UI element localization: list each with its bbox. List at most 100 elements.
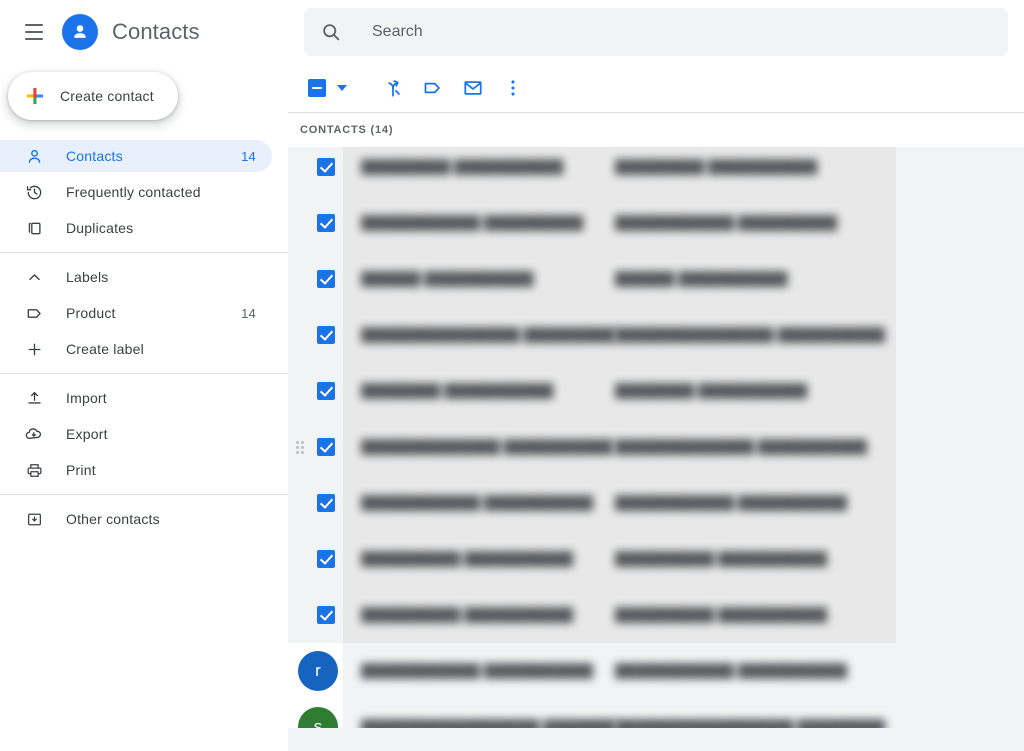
sidebar-item-print-label: Print [66, 462, 256, 478]
sidebar-group-other: Other contacts [0, 503, 288, 535]
table-row[interactable]: ██████████ █████████████████████ ███████… [288, 587, 1024, 643]
row-cells: ████████████████ ███████████████████████… [343, 307, 1024, 363]
avatar[interactable]: r [298, 651, 338, 691]
sidebar-item-create-label-label: Create label [66, 341, 256, 357]
contact-email-cell: ██████████████████ ███████████ [615, 719, 885, 728]
table-row[interactable]: ██████████████ █████████████████████████… [288, 419, 1024, 475]
sidebar-item-product-count: 14 [241, 306, 272, 321]
hamburger-menu-icon[interactable] [16, 14, 52, 50]
row-cells: ██████████ █████████████████████ ███████… [343, 531, 1024, 587]
history-icon [24, 182, 44, 202]
select-all-checkbox[interactable] [304, 79, 347, 97]
printer-icon [24, 460, 44, 480]
sidebar-item-other-contacts[interactable]: Other contacts [0, 503, 272, 535]
row-checkbox-checked[interactable] [317, 158, 335, 176]
avatar[interactable]: s [298, 707, 338, 728]
contact-email-cell: ████████ ███████████ [615, 383, 885, 399]
table-row[interactable]: █████████ ████████████████████ █████████… [288, 147, 1024, 195]
sidebar-item-duplicates-label: Duplicates [66, 220, 256, 236]
row-lead [288, 195, 343, 251]
contact-name-cell: ████████████ ██████████ [343, 215, 615, 231]
sidebar-item-print[interactable]: Print [0, 454, 272, 486]
search-bar[interactable] [304, 8, 1008, 56]
contacts-list[interactable]: █████████ ████████████████████ █████████… [288, 147, 1024, 728]
sidebar-item-labels[interactable]: Labels [0, 261, 272, 293]
row-cells: ██████████ █████████████████████ ███████… [343, 587, 1024, 643]
contact-email-cell: ████████████ ███████████ [615, 495, 885, 511]
table-row[interactable]: ████████████ ███████████████████████ ███… [288, 475, 1024, 531]
merge-icon [382, 77, 404, 99]
table-row[interactable]: r████████████ ███████████████████████ ██… [288, 643, 1024, 699]
sidebar-divider-1 [0, 252, 288, 253]
row-lead [288, 587, 343, 643]
row-checkbox-checked[interactable] [317, 606, 335, 624]
contact-email-cell: ██████████████ ███████████ [615, 439, 885, 455]
row-lead [288, 475, 343, 531]
send-email-button[interactable] [453, 68, 493, 108]
row-cells: ██████████████ █████████████████████████… [343, 419, 1024, 475]
row-checkbox-checked[interactable] [317, 270, 335, 288]
sidebar-item-create-label[interactable]: Create label [0, 333, 272, 365]
table-row[interactable]: ██████████ █████████████████████ ███████… [288, 531, 1024, 587]
sidebar-item-contacts[interactable]: Contacts 14 [0, 140, 272, 172]
label-tag-icon [24, 303, 44, 323]
row-lead [288, 363, 343, 419]
row-checkbox-checked[interactable] [317, 326, 335, 344]
more-vert-icon [502, 77, 524, 99]
sidebar-item-frequently-contacted[interactable]: Frequently contacted [0, 176, 272, 208]
contacts-section-header: CONTACTS (14) [288, 113, 1024, 147]
more-actions-button[interactable] [493, 68, 533, 108]
sidebar-item-product[interactable]: Product 14 [0, 297, 272, 329]
contact-name-cell: ████████████████ ███████████ [343, 327, 615, 343]
manage-labels-button[interactable] [413, 68, 453, 108]
contact-email-cell: ██████████ ███████████ [615, 551, 885, 567]
row-cells: ████████████ ██████████████████████ ████… [343, 195, 1024, 251]
contacts-app: Contacts Create contact [0, 0, 1024, 751]
create-contact-button[interactable]: Create contact [8, 72, 178, 120]
left-pane: Contacts Create contact [0, 0, 288, 751]
sidebar-item-import-label: Import [66, 390, 256, 406]
sidebar-item-export[interactable]: Export [0, 418, 272, 450]
label-tag-icon [422, 77, 444, 99]
row-lead [288, 419, 343, 475]
row-checkbox-checked[interactable] [317, 550, 335, 568]
sidebar-group-labels: Labels Product 14 [0, 261, 288, 365]
row-checkbox-checked[interactable] [317, 214, 335, 232]
archive-box-icon [24, 509, 44, 529]
search-input[interactable] [370, 22, 992, 42]
chevron-down-icon[interactable] [337, 85, 347, 91]
table-row[interactable]: ████████████████ ███████████████████████… [288, 307, 1024, 363]
row-checkbox-checked[interactable] [317, 382, 335, 400]
selection-toolbar [288, 64, 1024, 112]
row-cells: █████████ ████████████████████ █████████… [343, 147, 1024, 195]
right-pane: CONTACTS (14) █████████ ████████████████… [288, 0, 1024, 751]
drag-handle-icon[interactable] [296, 441, 306, 455]
table-row[interactable]: ████████ ███████████████████ ███████████ [288, 363, 1024, 419]
table-row[interactable]: ████████████ ██████████████████████ ████… [288, 195, 1024, 251]
sidebar-item-frequently-contacted-label: Frequently contacted [66, 184, 256, 200]
merge-and-fix-button[interactable] [373, 68, 413, 108]
contact-name-cell: █████████ ███████████ [343, 159, 615, 175]
contact-name-cell: ██████████ ███████████ [343, 607, 615, 623]
upload-icon [24, 388, 44, 408]
person-outline-icon [24, 146, 44, 166]
contact-email-cell: ████████████ ███████████ [615, 663, 885, 679]
table-row[interactable]: s██████████████████ ████████████████████… [288, 699, 1024, 728]
row-checkbox-checked[interactable] [317, 438, 335, 456]
contact-email-cell: █████████ ███████████ [615, 159, 885, 175]
plus-thin-icon [24, 339, 44, 359]
contact-email-cell: ████████████████ ███████████ [615, 327, 885, 343]
sidebar-item-import[interactable]: Import [0, 382, 272, 414]
contact-email-cell: ██████████ ███████████ [615, 607, 885, 623]
contact-name-cell: ██████████████ ███████████ [343, 439, 615, 455]
sidebar-item-contacts-count: 14 [241, 149, 272, 164]
row-cells: ████████████ ███████████████████████ ███… [343, 643, 1024, 699]
contacts-person-icon [62, 14, 98, 50]
page-title: Contacts [112, 19, 200, 45]
table-row[interactable]: ██████ █████████████████ ███████████ [288, 251, 1024, 307]
row-cells: ██████████████████ █████████████████████… [343, 699, 1024, 728]
contact-name-cell: ████████████ ███████████ [343, 495, 615, 511]
row-checkbox-checked[interactable] [317, 494, 335, 512]
sidebar-divider-2 [0, 373, 288, 374]
sidebar-item-duplicates[interactable]: Duplicates [0, 212, 272, 244]
